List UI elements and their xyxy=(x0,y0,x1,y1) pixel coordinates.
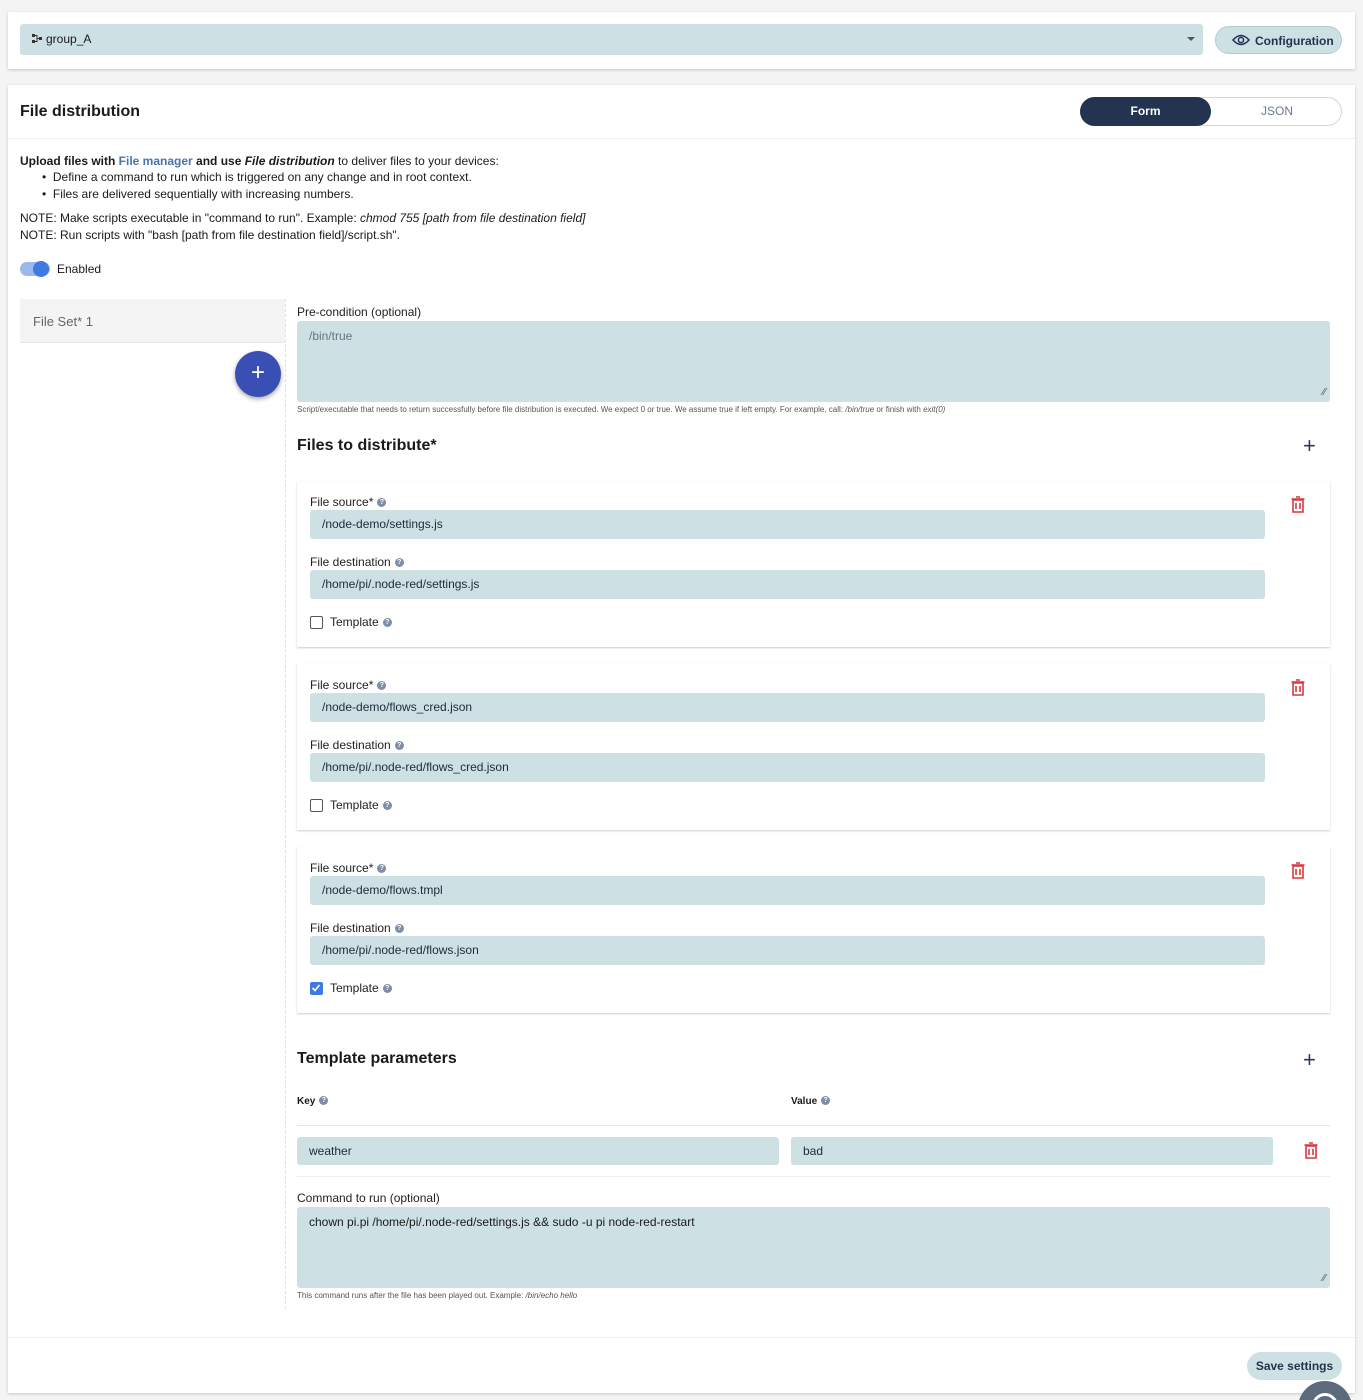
plus-icon: + xyxy=(250,359,265,386)
command-label: Command to run (optional) xyxy=(297,1191,440,1205)
column-divider xyxy=(285,299,286,1309)
resize-handle-icon: ⁄⁄ xyxy=(1322,387,1326,398)
trash-icon[interactable] xyxy=(1291,496,1305,513)
file-source-input[interactable]: /node-demo/settings.js xyxy=(310,510,1265,539)
check-icon xyxy=(311,984,321,992)
help-icon: ? xyxy=(319,1096,329,1105)
file-destination-label: File destination? xyxy=(310,555,404,569)
mode-toggle: Form JSON xyxy=(1080,97,1342,126)
configuration-button[interactable]: Configuration xyxy=(1215,26,1342,54)
help-icon: ? xyxy=(382,801,392,810)
note-2: NOTE: Run scripts with "bash [path from … xyxy=(20,228,401,242)
top-bar: group_A Configuration xyxy=(8,12,1355,69)
intro-text-3: File distribution xyxy=(244,154,335,168)
precondition-textarea[interactable]: /bin/true ⁄⁄ xyxy=(297,321,1330,402)
group-select[interactable]: group_A xyxy=(20,24,1203,55)
intro-text-2: and use xyxy=(192,154,245,168)
precondition-hint: Script/executable that needs to return s… xyxy=(297,405,946,414)
file-destination-label: File destination? xyxy=(310,921,404,935)
help-icon: ? xyxy=(382,618,392,627)
help-icon: ? xyxy=(377,864,387,873)
trash-icon[interactable] xyxy=(1291,862,1305,879)
help-icon: ? xyxy=(382,984,392,993)
enabled-label: Enabled xyxy=(57,262,102,276)
divider xyxy=(8,138,1355,139)
command-hint: This command runs after the file has bee… xyxy=(297,1291,578,1300)
param-value-input[interactable]: bad xyxy=(791,1137,1273,1165)
file-item: File source*? /node-demo/settings.js Fil… xyxy=(297,481,1330,647)
intro-text-1: Upload files with xyxy=(20,154,119,168)
footer-divider xyxy=(8,1337,1355,1338)
template-checkbox[interactable] xyxy=(310,616,323,629)
fileset-tab-label: File Set* 1 xyxy=(33,314,93,329)
template-label: Template? xyxy=(330,981,392,995)
resize-handle-icon: ⁄⁄ xyxy=(1322,1273,1326,1284)
help-icon: ? xyxy=(377,498,387,507)
tab-form[interactable]: Form xyxy=(1080,97,1211,126)
command-value: chown pi.pi /home/pi/.node-red/settings.… xyxy=(309,1215,695,1229)
intro-bullet-2: • Files are delivered sequentially with … xyxy=(42,187,354,201)
file-item: File source*? /node-demo/flows.tmpl File… xyxy=(297,847,1330,1013)
value-header: Value? xyxy=(791,1096,831,1107)
help-icon: ? xyxy=(821,1096,831,1105)
precondition-label: Pre-condition (optional) xyxy=(297,305,422,319)
params-title: Template parameters xyxy=(297,1050,457,1067)
template-label: Template? xyxy=(330,798,392,812)
enabled-toggle[interactable] xyxy=(20,261,50,277)
file-source-label: File source*? xyxy=(310,678,387,692)
help-icon: ? xyxy=(394,558,404,567)
save-settings-button[interactable]: Save settings xyxy=(1247,1352,1342,1380)
file-source-input[interactable]: /node-demo/flows_cred.json xyxy=(310,693,1265,722)
group-icon xyxy=(32,34,42,43)
params-divider xyxy=(297,1125,1330,1126)
template-checkbox[interactable] xyxy=(310,982,323,995)
help-fab-icon xyxy=(1312,1393,1338,1400)
tab-json-label: JSON xyxy=(1260,104,1293,118)
tab-json[interactable]: JSON xyxy=(1212,98,1342,125)
intro-bullet-1: • Define a command to run which is trigg… xyxy=(42,170,472,184)
file-destination-input[interactable]: /home/pi/.node-red/flows.json xyxy=(310,936,1265,965)
eye-icon xyxy=(1232,34,1250,46)
file-source-input[interactable]: /node-demo/flows.tmpl xyxy=(310,876,1265,905)
chevron-down-icon xyxy=(1187,37,1195,41)
trash-icon[interactable] xyxy=(1304,1142,1318,1159)
files-title: Files to distribute* xyxy=(297,437,437,454)
file-source-label: File source*? xyxy=(310,495,387,509)
key-header: Key? xyxy=(297,1096,329,1107)
file-source-label: File source*? xyxy=(310,861,387,875)
file-manager-link[interactable]: File manager xyxy=(119,154,193,168)
template-label: Template? xyxy=(330,615,392,629)
template-checkbox[interactable] xyxy=(310,799,323,812)
save-settings-label: Save settings xyxy=(1255,1359,1334,1373)
help-icon: ? xyxy=(394,924,404,933)
params-row-divider xyxy=(297,1176,1330,1177)
file-destination-input[interactable]: /home/pi/.node-red/settings.js xyxy=(310,570,1265,599)
toggle-knob xyxy=(33,261,49,277)
param-key-input[interactable]: weather xyxy=(297,1137,779,1165)
section-title: File distribution xyxy=(20,103,140,120)
add-fileset-button[interactable]: + xyxy=(235,351,281,397)
configuration-label: Configuration xyxy=(1255,34,1334,48)
command-textarea[interactable]: chown pi.pi /home/pi/.node-red/settings.… xyxy=(297,1207,1330,1288)
group-value: group_A xyxy=(46,32,92,46)
add-file-button[interactable]: + xyxy=(1303,435,1316,457)
main-card: File distribution Form JSON Upload files… xyxy=(8,85,1355,1393)
file-destination-input[interactable]: /home/pi/.node-red/flows_cred.json xyxy=(310,753,1265,782)
intro-text-4: to deliver files to your devices: xyxy=(334,154,499,168)
help-icon: ? xyxy=(377,681,387,690)
help-icon: ? xyxy=(394,741,404,750)
add-param-button[interactable]: + xyxy=(1303,1049,1316,1071)
note-1: NOTE: Make scripts executable in "comman… xyxy=(20,211,586,225)
tab-form-label: Form xyxy=(1130,104,1161,118)
file-item: File source*? /node-demo/flows_cred.json… xyxy=(297,664,1330,830)
trash-icon[interactable] xyxy=(1291,679,1305,696)
precondition-value: /bin/true xyxy=(309,329,353,343)
fileset-tab[interactable]: File Set* 1 xyxy=(20,299,285,343)
file-destination-label: File destination? xyxy=(310,738,404,752)
intro-paragraph: Upload files with File manager and use F… xyxy=(20,154,499,168)
